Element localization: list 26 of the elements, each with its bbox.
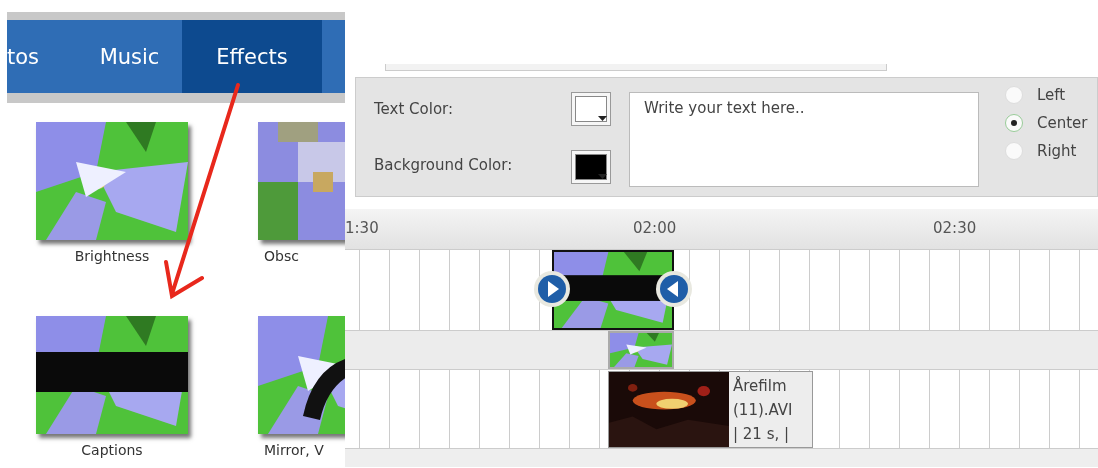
tab[interactable]: Effects (182, 20, 322, 93)
effect-label: Captions (81, 441, 143, 460)
radio-label: Center (1037, 114, 1088, 132)
alignment-radio[interactable]: Left (1005, 86, 1088, 104)
effect-label: Brightness (74, 247, 150, 266)
color-label: Text Color: (374, 100, 455, 118)
alignment-radio[interactable]: Right (1005, 142, 1088, 160)
time-label: 02:30 (933, 219, 977, 237)
alignment-radio[interactable]: Center (1005, 114, 1088, 132)
effect-clip[interactable] (608, 331, 674, 369)
tab[interactable]: Music (77, 20, 182, 93)
caret-icon (598, 174, 607, 180)
radio-label: Right (1037, 142, 1077, 160)
color-label: Background Color: (374, 156, 514, 174)
play-handle-icon[interactable] (533, 270, 571, 308)
effect-label: Mirror, V (264, 441, 324, 460)
caption-text-field[interactable]: Write your text here.. (629, 92, 979, 187)
caret-icon (598, 116, 607, 122)
clip-label: Årefilm (11).AVI | 21 s, | (732, 375, 793, 445)
effect-label: Obsc (264, 247, 299, 266)
radio-label: Left (1037, 86, 1066, 104)
time-label: 1:30 (345, 219, 379, 237)
video-clip[interactable]: Årefilm (11).AVI | 21 s, | (608, 371, 813, 448)
tab[interactable]: tos (7, 20, 77, 93)
back-handle-icon[interactable] (655, 270, 693, 308)
time-label: 02:00 (633, 219, 677, 237)
